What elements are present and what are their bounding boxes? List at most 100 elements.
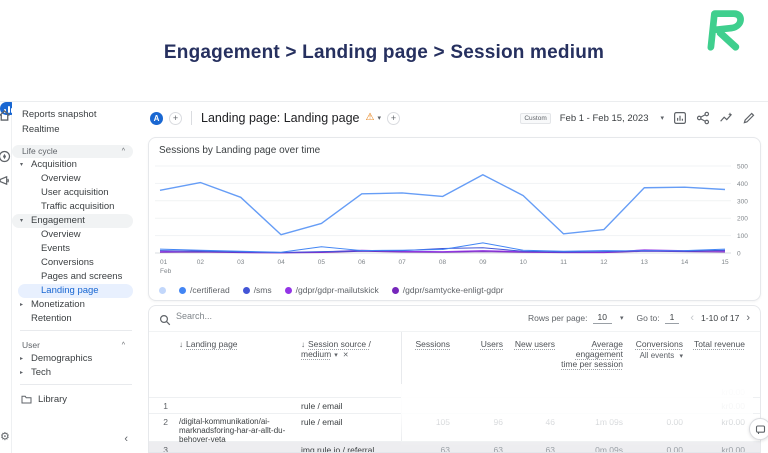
next-page-icon[interactable]: › <box>746 312 750 324</box>
column-header-label: Conversions <box>636 339 683 349</box>
metric-cell <box>401 384 456 397</box>
sidebar-item-monetization[interactable]: ▸Monetization <box>12 298 133 312</box>
metric-cell: kr0.00 <box>689 384 751 397</box>
sidebar-item-overview[interactable]: Overview <box>12 172 140 186</box>
add-comparison-button[interactable]: + <box>169 112 182 125</box>
metric-cell <box>401 398 456 413</box>
sidebar-item-overview[interactable]: Overview <box>12 228 140 242</box>
column-header-label: Average engagement time per session <box>561 339 623 369</box>
report-caret-down-icon[interactable]: ▾ <box>377 114 381 122</box>
metric-cell <box>456 384 509 397</box>
table-search-input[interactable] <box>176 311 326 321</box>
rows-per-page-label: Rows per page: <box>528 313 588 323</box>
table-row: kr0.00 <box>149 384 760 398</box>
metric-cell <box>456 398 509 413</box>
legend-item-certifierad[interactable]: /certifierad <box>179 285 230 295</box>
svg-text:Feb: Feb <box>160 268 172 275</box>
column-header-total-revenue[interactable]: Total revenue <box>689 332 751 384</box>
date-caret-down-icon[interactable]: ▾ <box>660 114 664 122</box>
settings-gear-icon[interactable]: ⚙ <box>0 432 10 443</box>
svg-text:11: 11 <box>560 259 567 266</box>
sidebar-item-events[interactable]: Events <box>12 242 140 256</box>
sidebar-item-label: Reports snapshot <box>22 107 96 122</box>
column-header-conversions[interactable]: Conversions All events ▾ <box>629 332 689 384</box>
legend-item-gdpr-samtycke-enligt-gdpr[interactable]: /gdpr/samtycke-enligt-gdpr <box>392 285 504 295</box>
report-toolbar-right: Custom Feb 1 - Feb 15, 2023 ▾ <box>520 109 756 127</box>
legend-item-gdpr-gdpr-mailutskick[interactable]: /gdpr/gdpr-mailutskick <box>285 285 379 295</box>
column-header-sessions[interactable]: Sessions <box>401 332 456 384</box>
goto-label: Go to: <box>636 313 659 323</box>
column-header-label: Landing page <box>186 339 238 349</box>
remove-column-icon[interactable]: ✕ <box>343 352 349 359</box>
sidebar-item-pages-and-screens[interactable]: Pages and screens <box>12 270 140 284</box>
sidebar-item-engagement[interactable]: ▾Engagement <box>12 214 133 228</box>
legend-label: /certifierad <box>190 285 230 295</box>
svg-text:300: 300 <box>737 198 748 205</box>
metric-cell: 46 <box>509 414 561 441</box>
share-icon[interactable] <box>696 111 710 125</box>
comparisons-icon[interactable] <box>673 111 687 125</box>
date-range-selector[interactable]: Feb 1 - Feb 15, 2023 <box>560 113 649 124</box>
feedback-button[interactable] <box>749 418 768 440</box>
legend-label: /gdpr/samtycke-enligt-gdpr <box>403 285 504 295</box>
segment-chip[interactable]: A <box>150 112 163 125</box>
sidebar-item-label: Overview <box>41 172 81 186</box>
sidebar-item-traffic-acquisition[interactable]: Traffic acquisition <box>12 200 140 214</box>
column-header-new-users[interactable]: New users <box>509 332 561 384</box>
sidebar-item-user-acquisition[interactable]: User acquisition <box>12 186 140 200</box>
rows-per-page-caret-icon[interactable]: ▾ <box>620 314 624 322</box>
sidebar-item-life-cycle[interactable]: Life cycle^ <box>12 145 133 158</box>
sidebar-item-user[interactable]: User^ <box>12 339 133 352</box>
sidebar-item-label: Library <box>38 392 67 407</box>
svg-text:200: 200 <box>737 216 748 223</box>
sidebar-collapse-icon[interactable]: ‹ <box>124 434 128 445</box>
sidebar-item-realtime[interactable]: Realtime <box>12 122 140 137</box>
sidebar-item-label: Acquisition <box>31 158 77 172</box>
metric-cell: 0.00 <box>629 414 689 441</box>
edit-pencil-icon[interactable] <box>742 111 756 125</box>
sidebar-divider <box>20 330 132 331</box>
sidebar-item-label: Realtime <box>22 122 60 137</box>
warning-icon[interactable]: ⚠ <box>365 113 374 123</box>
legend-label: /sms <box>254 285 272 295</box>
column-header-average-engagement-time-per-session[interactable]: Average engagement time per session <box>561 332 629 384</box>
svg-text:05: 05 <box>318 259 326 266</box>
column-subheader[interactable]: All events ▾ <box>629 351 683 360</box>
add-dimension-button[interactable]: + <box>387 112 400 125</box>
sidebar-item-conversions[interactable]: Conversions <box>12 256 140 270</box>
column-header-landing-page[interactable]: ↓Landing page <box>171 332 293 384</box>
source-medium-cell <box>293 384 401 397</box>
chevron-up-icon: ^ <box>122 145 125 158</box>
metric-cell: kr0.00 <box>689 414 751 441</box>
rows-per-page-select[interactable]: 10 <box>593 312 612 324</box>
toolbar-divider <box>191 111 192 125</box>
svg-text:100: 100 <box>737 233 748 240</box>
sidebar-item-landing-page[interactable]: Landing page <box>18 284 133 298</box>
column-header-session-source-medium[interactable]: ↓Session source / medium▾✕ <box>293 332 401 384</box>
line-chart-svg: 0100200300400500010203040506070809101112… <box>155 161 759 279</box>
svg-text:0: 0 <box>737 251 741 258</box>
insights-icon[interactable] <box>719 111 733 125</box>
column-header-users[interactable]: Users <box>456 332 509 384</box>
sidebar-item-reports-snapshot[interactable]: Reports snapshot <box>12 107 140 122</box>
analytics-app: ⚙ Reports snapshotRealtimeLife cycle^▾Ac… <box>0 101 768 453</box>
subheader-caret-down-icon: ▾ <box>679 353 683 360</box>
column-caret-down-icon[interactable]: ▾ <box>334 352 338 359</box>
goto-page-input[interactable]: 1 <box>665 312 680 324</box>
table-body: kr0.001rule / emailkr0.002/digital-kommu… <box>149 384 760 453</box>
legend-item-sms[interactable]: /sms <box>243 285 272 295</box>
prev-page-icon[interactable]: ‹ <box>690 312 694 324</box>
sidebar-item-acquisition[interactable]: ▾Acquisition <box>12 158 133 172</box>
chevron-up-icon: ^ <box>122 339 125 352</box>
sidebar-item-demographics[interactable]: ▸Demographics <box>12 352 133 366</box>
sidebar-item-library[interactable]: Library <box>12 392 140 407</box>
landing-page-cell <box>171 384 293 397</box>
presentation-header: Engagement > Landing page > Session medi… <box>0 0 768 101</box>
legend-dot-icon <box>243 287 250 294</box>
legend-item-item[interactable] <box>159 287 166 294</box>
column-header-label: New users <box>515 339 555 349</box>
sidebar-item-retention[interactable]: Retention <box>12 312 140 326</box>
sidebar-item-tech[interactable]: ▸Tech <box>12 366 133 380</box>
row-number-header <box>149 332 171 384</box>
sidebar-item-label: Overview <box>41 228 81 242</box>
